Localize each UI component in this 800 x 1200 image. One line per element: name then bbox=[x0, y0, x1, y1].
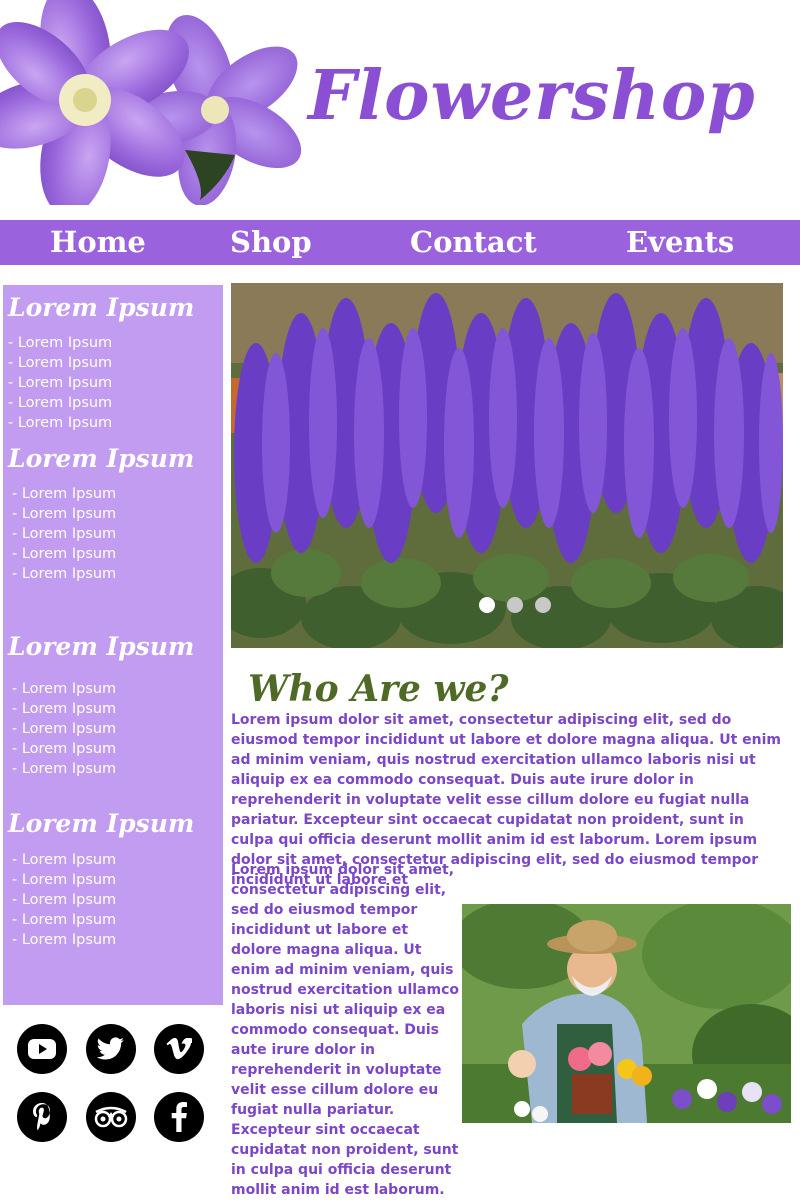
sidebar-link[interactable]: - Lorem Ipsum bbox=[12, 524, 116, 544]
pinterest-icon[interactable] bbox=[17, 1092, 67, 1142]
sidebar-heading: Lorem Ipsum bbox=[8, 809, 195, 838]
sidebar-link[interactable]: - Lorem Ipsum bbox=[12, 870, 116, 890]
sidebar-link[interactable]: - Lorem Ipsum bbox=[8, 353, 112, 373]
nav-events[interactable]: Events bbox=[626, 220, 734, 265]
sidebar-heading: Lorem Ipsum bbox=[8, 444, 195, 473]
sidebar-link[interactable]: - Lorem Ipsum bbox=[12, 759, 116, 779]
site-title: Flowershop bbox=[308, 56, 756, 136]
sidebar-link[interactable]: - Lorem Ipsum bbox=[12, 699, 116, 719]
nav-home[interactable]: Home bbox=[50, 220, 146, 265]
sidebar-link[interactable]: - Lorem Ipsum bbox=[12, 719, 116, 739]
youtube-icon[interactable] bbox=[17, 1024, 67, 1074]
sidebar-link[interactable]: - Lorem Ipsum bbox=[12, 910, 116, 930]
slider-dot[interactable] bbox=[507, 597, 523, 613]
tripadvisor-icon[interactable] bbox=[86, 1092, 136, 1142]
sidebar-link[interactable]: - Lorem Ipsum bbox=[12, 739, 116, 759]
sidebar-heading: Lorem Ipsum bbox=[8, 632, 195, 661]
sidebar-list: - Lorem Ipsum - Lorem Ipsum - Lorem Ipsu… bbox=[12, 850, 116, 950]
sidebar-list: - Lorem Ipsum - Lorem Ipsum - Lorem Ipsu… bbox=[12, 484, 116, 584]
vimeo-icon[interactable] bbox=[154, 1024, 204, 1074]
sidebar-link[interactable]: - Lorem Ipsum bbox=[12, 564, 116, 584]
clematis-flower-image bbox=[0, 0, 302, 205]
salvia-flowers-image bbox=[231, 283, 783, 648]
main-nav: Home Shop Contact Events bbox=[0, 220, 800, 265]
sidebar-link[interactable]: - Lorem Ipsum bbox=[12, 679, 116, 699]
sidebar-link[interactable]: - Lorem Ipsum bbox=[12, 544, 116, 564]
facebook-icon[interactable] bbox=[154, 1092, 204, 1142]
sidebar-link[interactable]: - Lorem Ipsum bbox=[12, 850, 116, 870]
twitter-icon[interactable] bbox=[86, 1024, 136, 1074]
image-slider[interactable] bbox=[231, 283, 783, 648]
sidebar-list: - Lorem Ipsum - Lorem Ipsum - Lorem Ipsu… bbox=[12, 679, 116, 779]
sidebar-list: - Lorem Ipsum - Lorem Ipsum - Lorem Ipsu… bbox=[8, 333, 112, 433]
sidebar-link[interactable]: - Lorem Ipsum bbox=[8, 393, 112, 413]
sidebar: Lorem Ipsum - Lorem Ipsum - Lorem Ipsum … bbox=[3, 285, 223, 1005]
slider-dot-active[interactable] bbox=[479, 597, 495, 613]
sidebar-link[interactable]: - Lorem Ipsum bbox=[12, 504, 116, 524]
about-paragraph-2: Lorem ipsum dolor sit amet, consectetur … bbox=[231, 862, 460, 1198]
sidebar-link[interactable]: - Lorem Ipsum bbox=[12, 890, 116, 910]
site-header: Flowershop bbox=[0, 0, 800, 220]
sidebar-link[interactable]: - Lorem Ipsum bbox=[8, 373, 112, 393]
about-heading: Who Are we? bbox=[248, 668, 509, 710]
slider-dot[interactable] bbox=[535, 597, 551, 613]
nav-contact[interactable]: Contact bbox=[410, 220, 537, 265]
sidebar-link[interactable]: - Lorem Ipsum bbox=[8, 333, 112, 353]
gardener-image bbox=[462, 904, 791, 1123]
sidebar-heading: Lorem Ipsum bbox=[8, 293, 195, 322]
nav-shop[interactable]: Shop bbox=[230, 220, 312, 265]
sidebar-link[interactable]: - Lorem Ipsum bbox=[12, 484, 116, 504]
sidebar-link[interactable]: - Lorem Ipsum bbox=[12, 930, 116, 950]
sidebar-link[interactable]: - Lorem Ipsum bbox=[8, 413, 112, 433]
